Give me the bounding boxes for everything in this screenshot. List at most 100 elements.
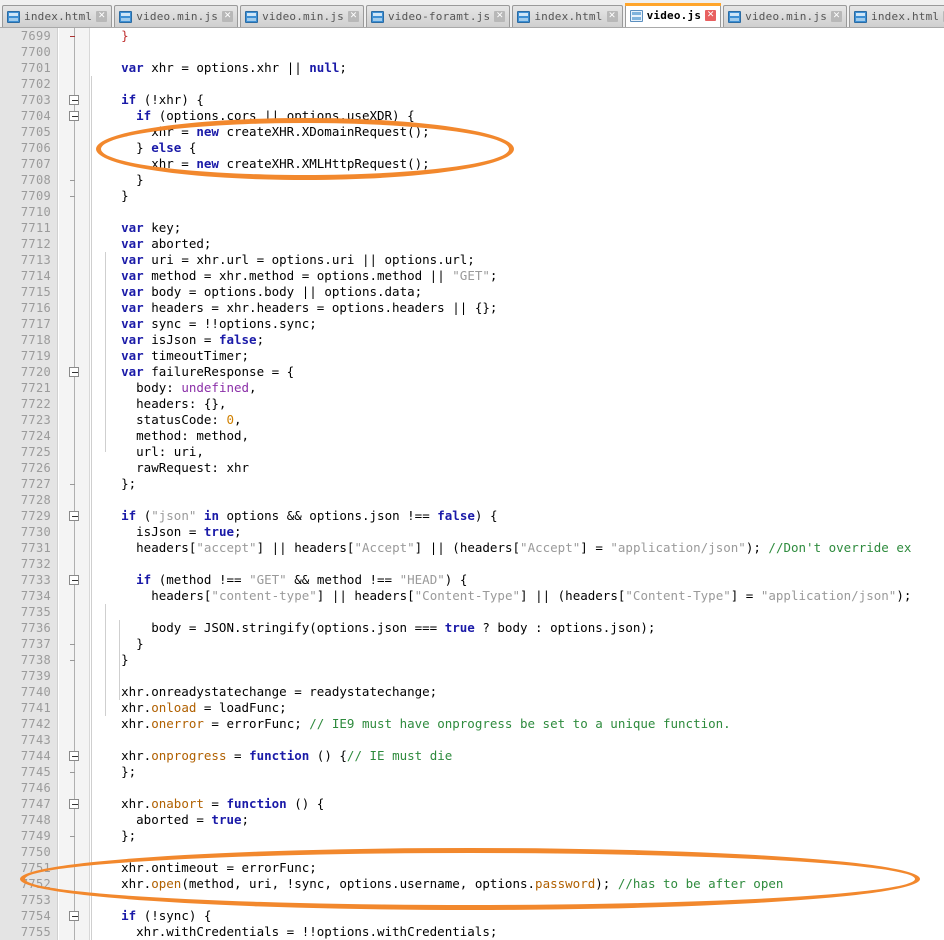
line-number: 7753 — [20, 893, 51, 907]
code-line[interactable] — [91, 844, 99, 860]
close-icon[interactable]: ✕ — [831, 11, 843, 22]
close-icon[interactable]: ✕ — [606, 11, 618, 22]
close-icon[interactable]: ✕ — [494, 11, 506, 22]
js-file-icon — [629, 9, 643, 22]
code-line[interactable]: } — [91, 28, 129, 44]
code-line[interactable] — [91, 556, 99, 572]
code-line[interactable]: } — [91, 636, 144, 652]
code-line[interactable]: xhr.onabort = function () { — [91, 796, 324, 812]
code-line[interactable]: var aborted; — [91, 236, 211, 252]
code-line[interactable]: var uri = xhr.url = options.uri || optio… — [91, 252, 475, 268]
code-editor[interactable]: 7699 7700 7701 7702 7703 7704 7705 7706 7707 7708… — [0, 28, 944, 940]
code-line[interactable]: xhr.onerror = errorFunc; // IE9 must hav… — [91, 716, 731, 732]
line-number: 7717 — [20, 317, 51, 331]
code-line[interactable]: if ("json" in options && options.json !=… — [91, 508, 497, 524]
tab-index-html[interactable]: index.html✕ — [849, 5, 944, 27]
code-line[interactable]: var body = options.body || options.data; — [91, 284, 422, 300]
close-icon[interactable]: ✕ — [96, 11, 108, 22]
code-line[interactable]: xhr.onprogress = function () {// IE must… — [91, 748, 452, 764]
code-line[interactable] — [91, 732, 99, 748]
code-line[interactable]: if (!xhr) { — [91, 92, 204, 108]
code-line[interactable]: xhr.withCredentials = !!options.withCred… — [91, 924, 497, 940]
line-number: 7742 — [20, 717, 51, 731]
fold-collapse-icon[interactable] — [69, 511, 79, 521]
code-line[interactable] — [91, 204, 99, 220]
line-number: 7726 — [20, 461, 51, 475]
code-line[interactable]: } else { — [91, 140, 196, 156]
code-line[interactable] — [91, 780, 99, 796]
code-line[interactable]: var xhr = options.xhr || null; — [91, 60, 347, 76]
line-number: 7705 — [20, 125, 51, 139]
code-line[interactable]: body: undefined, — [91, 380, 256, 396]
code-line[interactable]: xhr.onload = loadFunc; — [91, 700, 287, 716]
tab-video-js[interactable]: video.js ✕ — [624, 3, 722, 27]
code-line[interactable]: url: uri, — [91, 444, 204, 460]
code-line[interactable]: if (method !== "GET" && method !== "HEAD… — [91, 572, 467, 588]
code-line[interactable] — [91, 76, 99, 92]
code-line[interactable]: }; — [91, 476, 136, 492]
line-number: 7714 — [20, 269, 51, 283]
code-line[interactable]: var isJson = false; — [91, 332, 264, 348]
tab-video-min-js[interactable]: video.min.js ✕ — [240, 5, 364, 27]
code-line[interactable]: xhr = new createXHR.XDomainRequest(); — [91, 124, 429, 140]
fold-collapse-icon[interactable] — [69, 367, 79, 377]
code-line[interactable]: }; — [91, 828, 136, 844]
tab-index-html[interactable]: index.html✕ — [512, 5, 623, 27]
code-line[interactable]: headers["content-type"] || headers["Cont… — [91, 588, 911, 604]
code-line[interactable]: if (options.cors || options.useXDR) { — [91, 108, 414, 124]
tab-video-foramt-js[interactable]: video-foramt.js ✕ — [365, 5, 511, 27]
fold-collapse-icon[interactable] — [69, 799, 79, 809]
code-line[interactable]: var method = xhr.method = options.method… — [91, 268, 497, 284]
code-content[interactable]: } var xhr = options.xhr || null; if (!xh… — [91, 28, 944, 940]
code-line[interactable]: } — [91, 188, 129, 204]
code-line[interactable]: headers["accept"] || headers["Accept"] |… — [91, 540, 911, 556]
code-line[interactable]: xhr.open(method, uri, !sync, options.use… — [91, 876, 783, 892]
tab-index-html[interactable]: index.html✕ — [2, 5, 113, 27]
code-line[interactable]: var sync = !!options.sync; — [91, 316, 317, 332]
js-file-icon — [728, 10, 742, 23]
code-folding-column[interactable] — [59, 28, 90, 940]
code-line[interactable]: if (!sync) { — [91, 908, 211, 924]
fold-collapse-icon[interactable] — [69, 911, 79, 921]
tab-video-min-js[interactable]: video.min.js ✕ — [723, 5, 848, 27]
line-number: 7752 — [20, 877, 51, 891]
code-line[interactable] — [91, 668, 99, 684]
code-line[interactable]: body = JSON.stringify(options.json === t… — [91, 620, 655, 636]
code-line[interactable]: statusCode: 0, — [91, 412, 241, 428]
indent-guide — [91, 76, 92, 940]
line-number: 7745 — [20, 765, 51, 779]
close-icon[interactable]: ✕ — [705, 10, 717, 21]
code-line[interactable]: aborted = true; — [91, 812, 249, 828]
code-line[interactable]: var failureResponse = { — [91, 364, 294, 380]
code-line[interactable]: var timeoutTimer; — [91, 348, 249, 364]
code-line[interactable] — [91, 892, 99, 908]
code-line[interactable]: xhr = new createXHR.XMLHttpRequest(); — [91, 156, 429, 172]
close-icon[interactable]: ✕ — [222, 11, 234, 22]
code-line[interactable]: } — [91, 172, 144, 188]
html-file-icon — [854, 10, 868, 23]
code-line[interactable]: isJson = true; — [91, 524, 241, 540]
fold-collapse-icon[interactable] — [69, 111, 79, 121]
code-line[interactable]: }; — [91, 764, 136, 780]
code-line[interactable]: xhr.ontimeout = errorFunc; — [91, 860, 317, 876]
code-line[interactable]: rawRequest: xhr — [91, 460, 249, 476]
code-line[interactable]: var headers = xhr.headers = options.head… — [91, 300, 497, 316]
code-line[interactable] — [91, 604, 99, 620]
line-number: 7711 — [20, 221, 51, 235]
code-line[interactable] — [91, 44, 99, 60]
line-number: 7723 — [20, 413, 51, 427]
code-line[interactable]: var key; — [91, 220, 181, 236]
close-icon[interactable]: ✕ — [347, 11, 359, 22]
tab-label: video.min.js — [136, 10, 219, 23]
code-line[interactable]: headers: {}, — [91, 396, 226, 412]
code-line[interactable] — [91, 492, 99, 508]
fold-collapse-icon[interactable] — [69, 95, 79, 105]
fold-collapse-icon[interactable] — [69, 575, 79, 585]
fold-collapse-icon[interactable] — [69, 751, 79, 761]
code-line[interactable]: method: method, — [91, 428, 249, 444]
line-number-gutter: 7699 7700 7701 7702 7703 7704 7705 7706 7707 7708… — [0, 28, 58, 940]
code-line[interactable]: xhr.onreadystatechange = readystatechang… — [91, 684, 437, 700]
code-line[interactable]: } — [91, 652, 129, 668]
tab-video-min-js[interactable]: video.min.js ✕ — [114, 5, 239, 27]
line-number: 7729 — [20, 509, 51, 523]
